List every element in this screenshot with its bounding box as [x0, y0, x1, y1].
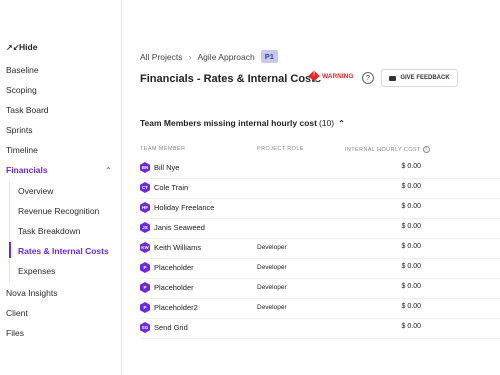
give-feedback-label: GIVE FEEDBACK — [400, 75, 450, 81]
avatar: P — [140, 262, 150, 273]
sidebar: ↗↙ Hide Baseline Scoping Task Board Spri… — [0, 0, 122, 375]
avatar: P — [140, 302, 150, 313]
page-title: Financials - Rates & Internal Costs — [140, 73, 321, 85]
member-name: Placeholder2 — [154, 303, 198, 312]
breadcrumb-project[interactable]: Agile Approach — [198, 52, 255, 62]
table-row: SG Send Grid $ 0.00 — [140, 319, 500, 339]
member-name: Placeholder — [154, 283, 194, 292]
member-role: Developer — [257, 304, 287, 311]
member-name: Cole Train — [154, 183, 189, 192]
section-header-missing-cost[interactable]: Team Members missing internal hourly cos… — [140, 118, 345, 128]
give-feedback-button[interactable]: GIVE FEEDBACK — [381, 69, 458, 87]
sidebar-subitem-expenses[interactable]: Expenses — [18, 266, 55, 276]
sidebar-item-client[interactable]: Client — [6, 308, 28, 318]
avatar: HF — [140, 202, 150, 213]
avatar: BN — [140, 162, 150, 173]
member-cost[interactable]: $ 0.00 — [402, 203, 421, 210]
sidebar-subitem-rates-internal-costs[interactable]: Rates & Internal Costs — [18, 246, 109, 256]
member-name: Send Grid — [154, 323, 188, 332]
table-row: HF Holiday Freelance $ 0.00 — [140, 199, 500, 219]
hide-sidebar-button[interactable]: ↗↙ Hide — [6, 42, 37, 52]
member-cost[interactable]: $ 0.00 — [402, 263, 421, 270]
avatar: P — [140, 282, 150, 293]
warning-icon: ! — [308, 70, 320, 82]
member-cost[interactable]: $ 0.00 — [402, 283, 421, 290]
sidebar-item-sprints[interactable]: Sprints — [6, 125, 32, 135]
table-row: KW Keith Williams Developer $ 0.00 — [140, 239, 500, 259]
avatar: SG — [140, 322, 150, 333]
member-name: Placeholder — [154, 263, 194, 272]
sidebar-item-timeline[interactable]: Timeline — [6, 145, 38, 155]
submenu-divider — [9, 182, 10, 282]
section-count: (10) — [318, 118, 335, 128]
avatar: KW — [140, 242, 150, 253]
column-header-team-member: TEAM MEMBER — [140, 146, 186, 152]
member-cost[interactable]: $ 0.00 — [402, 163, 421, 170]
sidebar-item-nova-insights[interactable]: Nova Insights — [6, 288, 58, 298]
member-name: Bill Nye — [154, 163, 180, 172]
table-row: CT Cole Train $ 0.00 — [140, 179, 500, 199]
table-row: JS Janis Seaweed $ 0.00 — [140, 219, 500, 239]
avatar: JS — [140, 222, 150, 233]
sidebar-subitem-revenue-recognition[interactable]: Revenue Recognition — [18, 206, 99, 216]
member-name: Holiday Freelance — [154, 203, 215, 212]
sidebar-item-task-board[interactable]: Task Board — [6, 105, 49, 115]
table-row: P Placeholder2 Developer $ 0.00 — [140, 299, 500, 319]
breadcrumb: All Projects › Agile Approach P1 — [140, 50, 278, 63]
avatar: CT — [140, 182, 150, 193]
sidebar-subitem-task-breakdown[interactable]: Task Breakdown — [18, 226, 80, 236]
hide-label: Hide — [19, 42, 38, 52]
column-header-project-role: PROJECT ROLE — [257, 146, 304, 152]
sidebar-subitem-overview[interactable]: Overview — [18, 186, 53, 196]
section-title: Team Members missing internal hourly cos… — [140, 118, 317, 128]
member-role: Developer — [257, 264, 287, 271]
breadcrumb-all-projects[interactable]: All Projects — [140, 52, 183, 62]
table-row: BN Bill Nye $ 0.00 — [140, 159, 500, 179]
info-icon[interactable]: i — [422, 146, 430, 153]
sidebar-item-files[interactable]: Files — [6, 328, 24, 338]
project-badge: P1 — [260, 50, 278, 63]
chevron-up-icon[interactable]: ⌃ — [105, 166, 112, 175]
column-header-internal-hourly-cost: INTERNAL HOURLY COST i — [345, 146, 430, 153]
member-role: Developer — [257, 244, 287, 251]
warning-badge[interactable]: ! WARNING — [308, 70, 354, 82]
warning-label: WARNING — [322, 72, 354, 80]
member-cost[interactable]: $ 0.00 — [402, 183, 421, 190]
help-icon[interactable]: ? — [362, 72, 374, 84]
chevron-up-icon: ⌃ — [338, 118, 345, 128]
member-cost[interactable]: $ 0.00 — [402, 223, 421, 230]
member-cost[interactable]: $ 0.00 — [402, 303, 421, 310]
member-role: Developer — [257, 284, 287, 291]
sidebar-item-financials[interactable]: Financials — [6, 165, 48, 175]
member-cost[interactable]: $ 0.00 — [402, 243, 421, 250]
chevron-right-icon: › — [188, 51, 192, 62]
active-indicator — [9, 242, 11, 258]
collapse-arrows-icon: ↗↙ — [6, 42, 20, 52]
table-row: P Placeholder Developer $ 0.00 — [140, 279, 500, 299]
table-row: P Placeholder Developer $ 0.00 — [140, 259, 500, 279]
member-name: Janis Seaweed — [154, 223, 205, 232]
sidebar-item-baseline[interactable]: Baseline — [6, 65, 39, 75]
envelope-icon — [389, 75, 397, 81]
member-cost[interactable]: $ 0.00 — [402, 323, 421, 330]
member-name: Keith Williams — [154, 243, 202, 252]
column-header-label: INTERNAL HOURLY COST — [345, 146, 421, 153]
sidebar-item-scoping[interactable]: Scoping — [6, 85, 37, 95]
